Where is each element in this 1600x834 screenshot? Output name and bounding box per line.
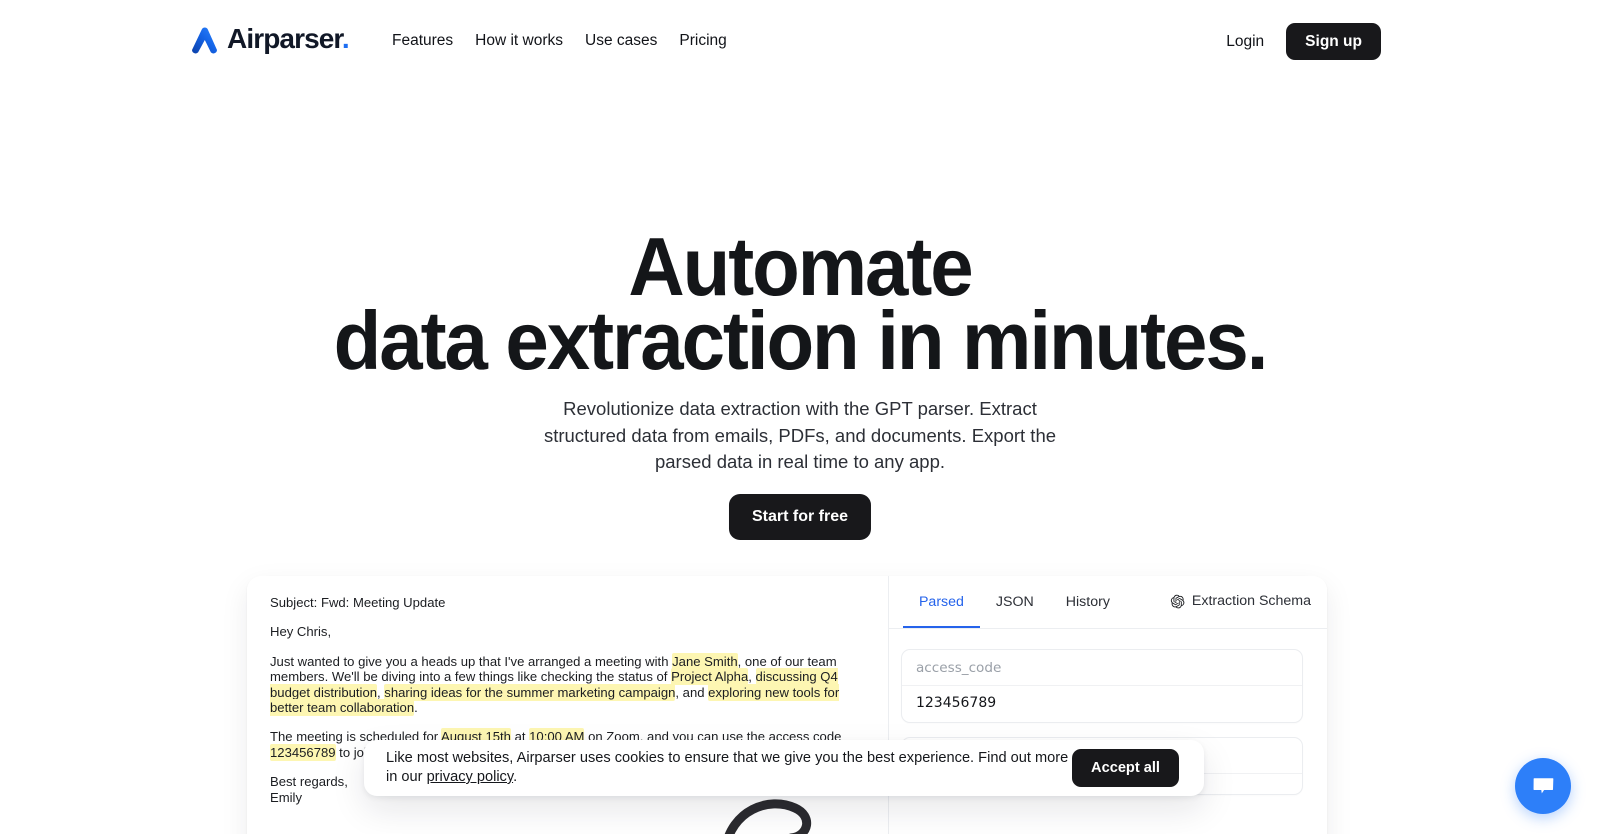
privacy-policy-link[interactable]: privacy policy	[427, 769, 514, 785]
tab-history[interactable]: History	[1050, 576, 1126, 628]
auth-actions: Login Sign up	[1226, 23, 1381, 61]
email-signoff-text: Best regards,	[270, 774, 348, 790]
email-paragraph-1: Just wanted to give you a heads up that …	[270, 652, 866, 717]
openai-logo-icon	[1170, 594, 1185, 608]
logo[interactable]: Airparser.	[187, 22, 350, 56]
logo-dot: .	[341, 23, 350, 54]
tab-json[interactable]: JSON	[980, 576, 1050, 628]
field-value: 123456789	[915, 695, 997, 711]
main-nav: Features How it works Use cases Pricing	[392, 30, 738, 52]
email-text: Just wanted to give you a heads up that …	[270, 653, 673, 669]
email-signature: Emily	[270, 789, 303, 805]
hero-title-line2: data extraction in minutes.	[333, 294, 1269, 387]
nav-item-features[interactable]: Features	[392, 30, 464, 52]
nav-item-use-cases[interactable]: Use cases	[574, 30, 668, 52]
logo-text: Airparser.	[227, 23, 350, 54]
start-for-free-button[interactable]: Start for free	[728, 494, 872, 540]
cookie-banner-text: Like most websites, Airparser uses cooki…	[386, 749, 1072, 788]
email-text: ,	[748, 669, 756, 685]
tab-extraction-schema[interactable]: Extraction Schema	[1154, 576, 1327, 628]
field-label: access_code	[901, 650, 1302, 686]
email-greeting: Hey Chris,	[270, 624, 332, 640]
landing-page: Airparser. Features How it works Use cas…	[0, 0, 1600, 834]
accept-all-button[interactable]: Accept all	[1072, 749, 1179, 787]
output-tabs: Parsed JSON History Extraction Schema	[888, 576, 1327, 629]
site-header: Airparser. Features How it works Use cas…	[0, 0, 1600, 84]
highlight-project-alpha: Project Alpha	[671, 668, 749, 686]
login-link[interactable]: Login	[1226, 24, 1264, 60]
signup-button[interactable]: Sign up	[1286, 23, 1381, 61]
nav-item-how-it-works[interactable]: How it works	[464, 30, 574, 52]
tab-extraction-schema-label: Extraction Schema	[1191, 593, 1311, 609]
page-title: Automate data extraction in minutes.	[48, 225, 1552, 387]
highlight-access-code: 123456789	[270, 743, 336, 761]
parsed-field-access-code[interactable]: access_code 123456789	[900, 649, 1303, 723]
email-text: , and	[675, 684, 709, 700]
chat-bubble-icon	[1533, 777, 1553, 793]
email-subject: Subject: Fwd: Meeting Update	[270, 595, 446, 610]
nav-item-pricing[interactable]: Pricing	[668, 30, 737, 52]
cookie-text-after: .	[513, 769, 518, 785]
email-text: .	[414, 700, 418, 716]
chat-widget-button[interactable]	[1515, 758, 1571, 814]
hero-subtitle: Revolutionize data extraction with the G…	[543, 398, 1057, 472]
highlight-marketing-campaign: sharing ideas for the summer marketing c…	[384, 683, 676, 701]
tab-parsed[interactable]: Parsed	[902, 576, 980, 628]
cookie-consent-banner: Like most websites, Airparser uses cooki…	[364, 740, 1204, 796]
airparser-chevron-logo-icon	[192, 27, 217, 54]
